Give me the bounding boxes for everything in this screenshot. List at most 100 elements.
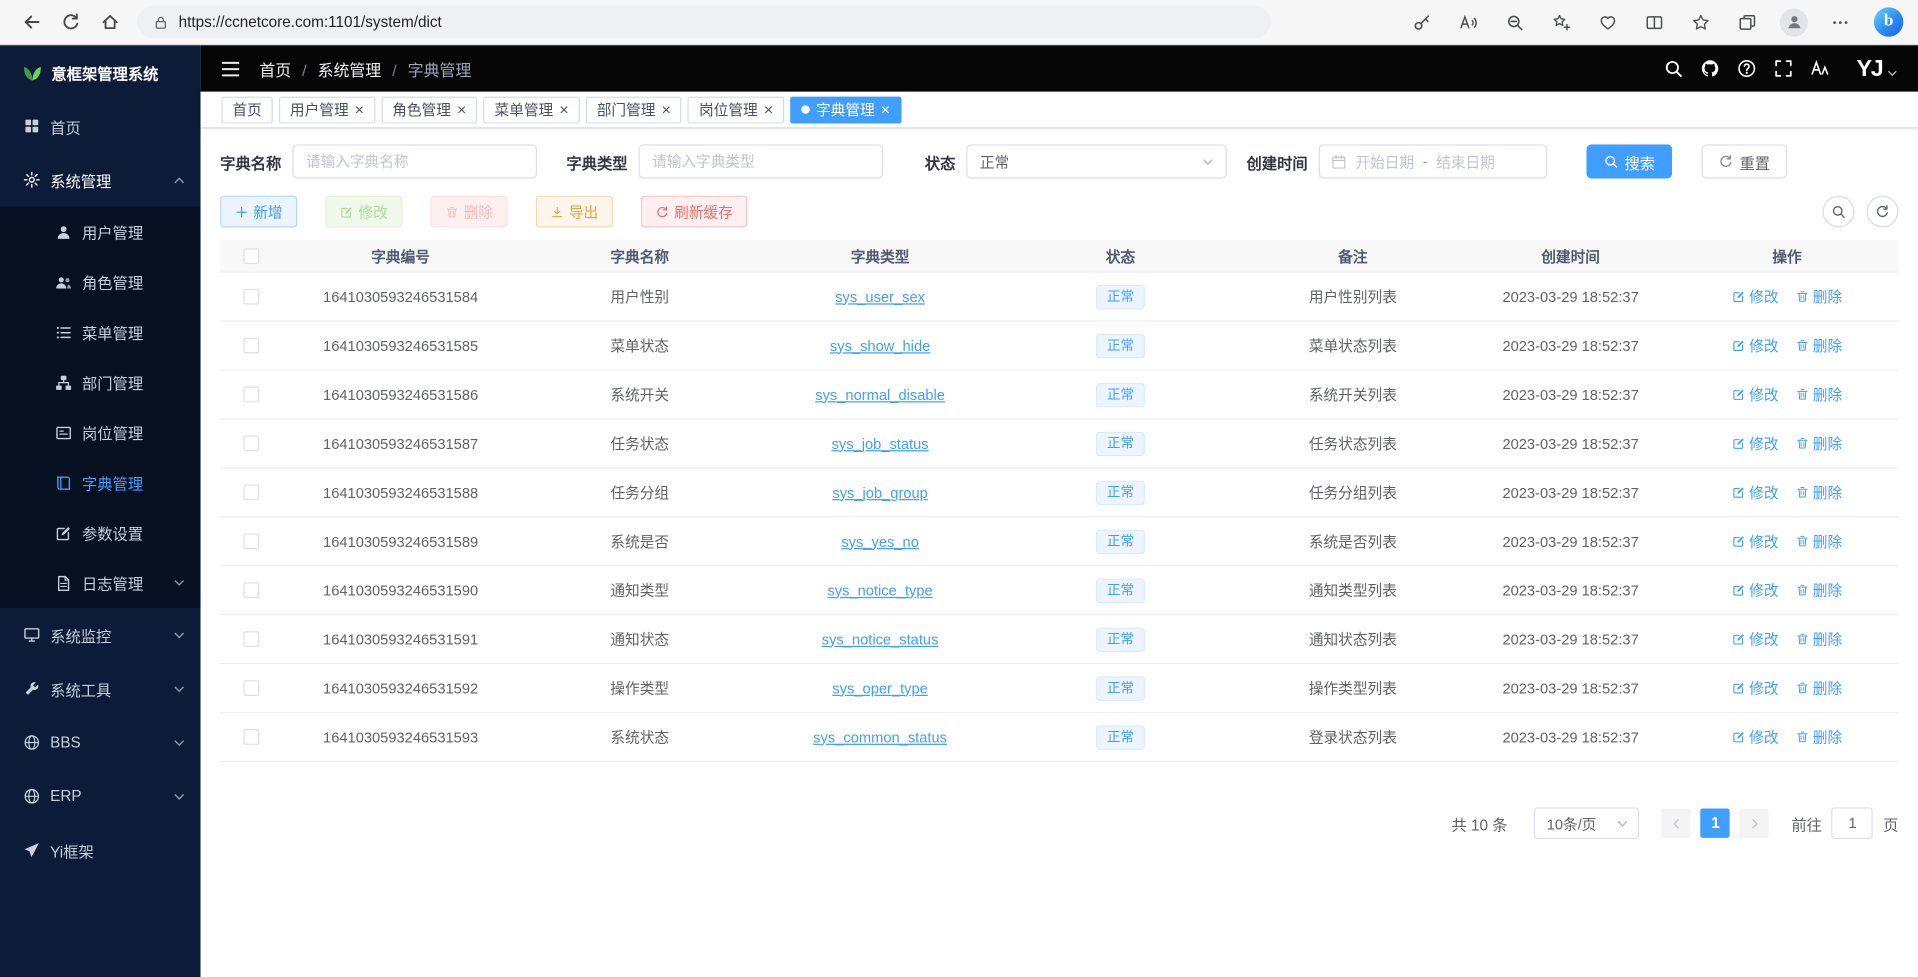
- settings-menu-icon[interactable]: [1820, 5, 1860, 39]
- row-edit-button[interactable]: 修改: [1732, 482, 1779, 503]
- row-checkbox[interactable]: [243, 631, 259, 647]
- read-aloud-icon[interactable]: [1448, 5, 1488, 39]
- browser-home-button[interactable]: [91, 5, 130, 39]
- zoom-icon[interactable]: [1495, 5, 1535, 39]
- sidebar-menu-item[interactable]: 字典管理: [0, 457, 201, 507]
- row-checkbox[interactable]: [243, 484, 259, 500]
- tab[interactable]: 菜单管理: [483, 96, 579, 123]
- password-key-icon[interactable]: [1402, 5, 1442, 39]
- font-size-icon[interactable]: [1810, 59, 1830, 79]
- browser-essentials-icon[interactable]: [1588, 5, 1628, 39]
- sidebar-menu-item[interactable]: 首页: [0, 99, 201, 153]
- row-delete-button[interactable]: 删除: [1796, 433, 1843, 454]
- favorites-icon[interactable]: [1681, 5, 1721, 39]
- breadcrumb-item[interactable]: 首页: [259, 57, 291, 80]
- breadcrumb-item[interactable]: 系统管理: [291, 57, 381, 80]
- address-bar[interactable]: https://ccnetcore.com:1101/system/dict: [137, 6, 1271, 38]
- dict-type-input[interactable]: [639, 144, 884, 178]
- tab[interactable]: 岗位管理: [688, 96, 784, 123]
- row-checkbox[interactable]: [243, 680, 259, 696]
- app-logo[interactable]: 意框架管理系统: [0, 45, 201, 99]
- sidebar-menu-item[interactable]: 岗位管理: [0, 407, 201, 457]
- status-select[interactable]: 正常: [966, 144, 1227, 178]
- sidebar-menu-item[interactable]: 角色管理: [0, 257, 201, 307]
- dict-type-link[interactable]: sys_oper_type: [832, 679, 927, 696]
- sidebar-menu-item[interactable]: 日志管理: [0, 558, 201, 608]
- row-delete-button[interactable]: 删除: [1796, 482, 1843, 503]
- row-delete-button[interactable]: 删除: [1796, 384, 1843, 405]
- next-page-button[interactable]: [1740, 809, 1769, 838]
- github-icon[interactable]: [1700, 59, 1720, 79]
- sidebar-menu-item[interactable]: 菜单管理: [0, 307, 201, 357]
- row-edit-button[interactable]: 修改: [1732, 384, 1779, 405]
- sidebar-menu-item[interactable]: 部门管理: [0, 357, 201, 407]
- row-delete-button[interactable]: 删除: [1796, 629, 1843, 650]
- row-edit-button[interactable]: 修改: [1732, 433, 1779, 454]
- row-edit-button[interactable]: 修改: [1732, 286, 1779, 307]
- menu-fold-icon[interactable]: [220, 58, 241, 79]
- row-edit-button[interactable]: 修改: [1732, 580, 1779, 601]
- toggle-search-button[interactable]: [1823, 196, 1855, 228]
- profile-avatar[interactable]: [1780, 8, 1808, 36]
- date-range-picker[interactable]: 开始日期 - 结束日期: [1319, 144, 1548, 178]
- tab-close-icon[interactable]: [662, 102, 671, 118]
- browser-refresh-button[interactable]: [51, 5, 90, 39]
- dict-type-link[interactable]: sys_job_group: [832, 484, 927, 501]
- dict-type-link[interactable]: sys_job_status: [832, 435, 929, 452]
- tab-close-icon[interactable]: [355, 102, 364, 118]
- tab-close-icon[interactable]: [881, 102, 890, 118]
- sidebar-menu-item[interactable]: 系统监控: [0, 608, 201, 662]
- row-edit-button[interactable]: 修改: [1732, 531, 1779, 552]
- tab-close-icon[interactable]: [457, 102, 466, 118]
- row-edit-button[interactable]: 修改: [1732, 678, 1779, 699]
- search-button[interactable]: 搜索: [1587, 144, 1673, 178]
- row-delete-button[interactable]: 删除: [1796, 335, 1843, 356]
- row-edit-button[interactable]: 修改: [1732, 727, 1779, 748]
- dict-type-link[interactable]: sys_common_status: [813, 728, 947, 745]
- sidebar-menu-item[interactable]: 系统工具: [0, 662, 201, 716]
- row-checkbox[interactable]: [243, 289, 259, 305]
- browser-back-button[interactable]: [12, 5, 51, 39]
- row-checkbox[interactable]: [243, 338, 259, 354]
- tab[interactable]: 首页: [221, 96, 272, 123]
- row-delete-button[interactable]: 删除: [1796, 531, 1843, 552]
- sidebar-menu-item[interactable]: ERP: [0, 769, 201, 823]
- dict-type-link[interactable]: sys_user_sex: [835, 288, 925, 305]
- row-checkbox[interactable]: [243, 582, 259, 598]
- dict-type-link[interactable]: sys_yes_no: [841, 533, 919, 550]
- reset-button[interactable]: 重置: [1702, 144, 1788, 178]
- dict-name-input[interactable]: [292, 144, 537, 178]
- tab-close-icon[interactable]: [559, 102, 568, 118]
- dict-type-link[interactable]: sys_notice_type: [827, 582, 932, 599]
- tab[interactable]: 字典管理: [790, 96, 901, 123]
- row-checkbox[interactable]: [243, 729, 259, 745]
- refresh-table-button[interactable]: [1867, 196, 1899, 228]
- row-checkbox[interactable]: [243, 435, 259, 451]
- row-delete-button[interactable]: 删除: [1796, 678, 1843, 699]
- dict-type-link[interactable]: sys_show_hide: [830, 337, 930, 354]
- row-checkbox[interactable]: [243, 387, 259, 403]
- header-search-icon[interactable]: [1663, 59, 1683, 79]
- dict-type-link[interactable]: sys_notice_status: [822, 631, 939, 648]
- tab[interactable]: 用户管理: [279, 96, 375, 123]
- fullscreen-icon[interactable]: [1773, 59, 1793, 79]
- add-button[interactable]: 新增: [220, 196, 297, 228]
- row-delete-button[interactable]: 删除: [1796, 580, 1843, 601]
- sidebar-menu-item[interactable]: 系统管理: [0, 153, 201, 207]
- collections-icon[interactable]: [1727, 5, 1767, 39]
- split-screen-icon[interactable]: [1634, 5, 1674, 39]
- page-size-select[interactable]: 10条/页: [1534, 807, 1639, 839]
- row-delete-button[interactable]: 删除: [1796, 727, 1843, 748]
- row-edit-button[interactable]: 修改: [1732, 335, 1779, 356]
- add-favorite-icon[interactable]: [1541, 5, 1581, 39]
- refresh-cache-button[interactable]: 刷新缓存: [641, 196, 747, 228]
- sidebar-menu-item[interactable]: 用户管理: [0, 207, 201, 257]
- row-checkbox[interactable]: [243, 533, 259, 549]
- edit-button[interactable]: 修改: [325, 196, 402, 228]
- select-all-checkbox[interactable]: [243, 248, 259, 264]
- export-button[interactable]: 导出: [536, 196, 613, 228]
- delete-button[interactable]: 删除: [431, 196, 508, 228]
- site-info-icon[interactable]: [153, 14, 169, 30]
- tab[interactable]: 部门管理: [586, 96, 682, 123]
- row-delete-button[interactable]: 删除: [1796, 286, 1843, 307]
